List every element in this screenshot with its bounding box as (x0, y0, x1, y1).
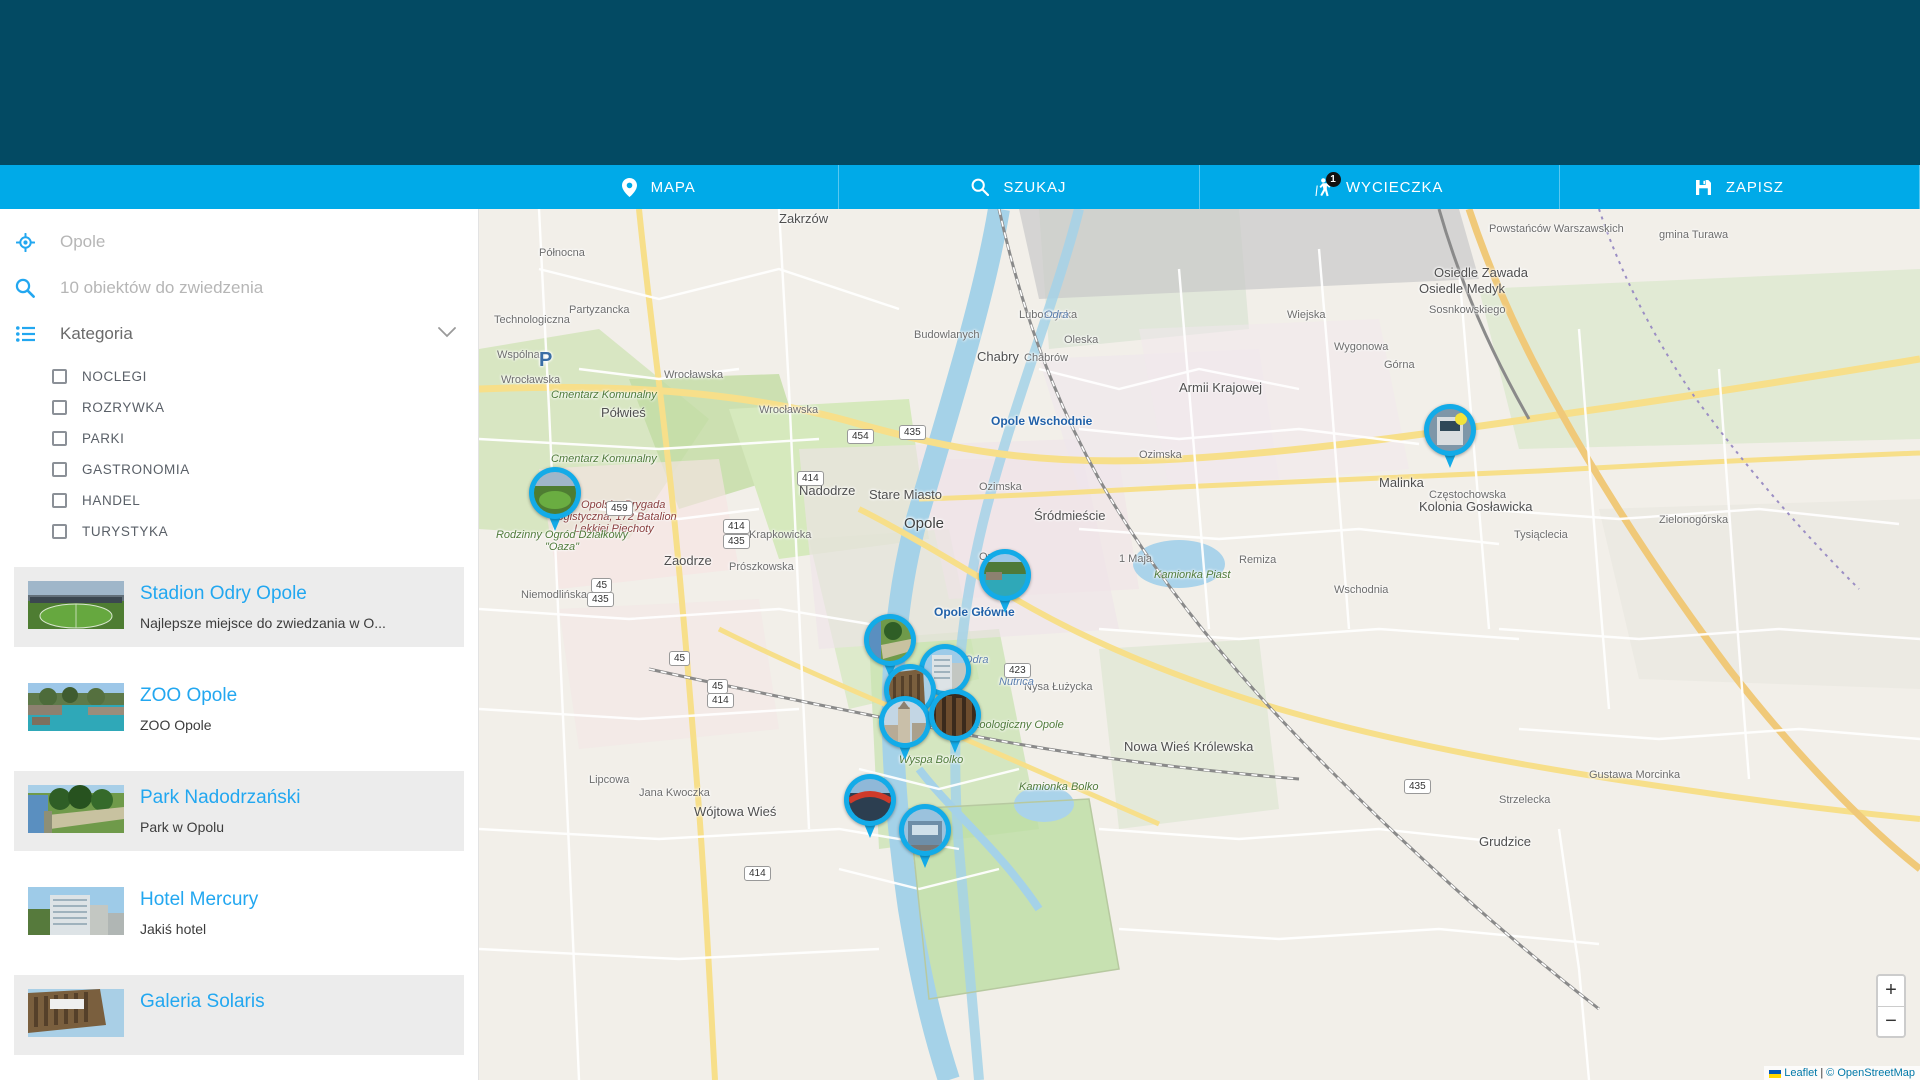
station-photo (904, 809, 946, 851)
checkbox-noclegi[interactable] (52, 369, 67, 384)
list-item[interactable]: Galeria Solaris (14, 975, 464, 1055)
result-title[interactable]: Galeria Solaris (140, 990, 265, 1014)
wycieczka-count-badge: 1 (1325, 171, 1341, 187)
tram-photo (1429, 409, 1471, 451)
zoo-photo (28, 683, 124, 731)
mall-photo (28, 989, 124, 1037)
checkbox-turystyka[interactable] (52, 524, 67, 539)
tab-wycieczka[interactable]: 1 WYCIECZKA (1200, 165, 1560, 209)
category-item-handel[interactable]: HANDEL (0, 485, 478, 516)
stadium-photo (534, 472, 576, 514)
bridge-photo (849, 779, 891, 821)
marker-zawada[interactable] (1424, 404, 1476, 470)
marker-ratusz[interactable] (879, 696, 931, 762)
save-floppy-icon (1695, 179, 1712, 196)
card-body: Galeria Solaris (140, 989, 265, 1023)
category-item-parki[interactable]: PARKI (0, 423, 478, 454)
card-body: Hotel Mercury Jakiś hotel (140, 887, 258, 937)
result-title[interactable]: Hotel Mercury (140, 888, 258, 912)
checkbox-rozrywka[interactable] (52, 400, 67, 415)
category-label: HANDEL (82, 493, 141, 508)
result-description: Park w Opolu (140, 819, 225, 835)
result-description: ZOO Opole (140, 717, 212, 733)
result-title[interactable]: Park Nadodrzański (140, 786, 301, 810)
list-item[interactable]: Park Nadodrzański Park w Opolu (14, 771, 464, 851)
category-label: ROZRYWKA (82, 400, 165, 415)
leaflet-map[interactable]: Zakrzów Północna Technologiczna Partyzancka… (479, 209, 1920, 1080)
category-item-noclegi[interactable]: NOCLEGI (0, 361, 478, 392)
top-header-banner (0, 0, 1920, 165)
building-photo (934, 694, 976, 736)
list-icon (8, 326, 42, 342)
category-dropdown-label: Kategoria (60, 324, 133, 343)
marker-zoo-opole[interactable] (979, 549, 1031, 615)
tab-wycieczka-label: WYCIECZKA (1345, 178, 1444, 196)
checkbox-handel[interactable] (52, 493, 67, 508)
card-body: ZOO Opole ZOO Opole (140, 683, 237, 733)
tab-szukaj-label: SZUKAJ (1003, 178, 1067, 196)
category-label: NOCLEGI (82, 369, 147, 384)
category-checkbox-list: NOCLEGI ROZRYWKA PARKI GASTRONOMIA HANDE… (0, 357, 478, 547)
attribution-separator: | (1820, 1067, 1824, 1079)
search-icon (971, 178, 990, 196)
search-input-placeholder: 10 obiektów do zwiedzenia (60, 278, 264, 297)
card-body: Stadion Odry Opole Najlepsze miejsce do … (140, 581, 386, 631)
category-item-rozrywka[interactable]: ROZRYWKA (0, 392, 478, 423)
marker-amfiteatr[interactable] (844, 774, 896, 840)
list-item[interactable]: Stadion Odry Opole Najlepsze miejsce do … (14, 567, 464, 647)
zoom-out-button[interactable]: − (1878, 1006, 1904, 1036)
map-attribution: Leaflet | © OpenStreetMap (1764, 1066, 1920, 1080)
category-label: PARKI (82, 431, 125, 446)
location-input-placeholder: Opole (60, 232, 106, 251)
app-root: MAPA SZUKAJ 1 WYCIECZKA ZAPISZ Opole 10 … (0, 0, 1920, 1080)
navbar-left-spacer (0, 165, 479, 209)
zoo-photo (984, 554, 1026, 596)
tab-mapa[interactable]: MAPA (479, 165, 840, 209)
list-item[interactable]: ZOO Opole ZOO Opole (14, 669, 464, 749)
category-label: TURYSTYKA (82, 524, 169, 539)
tab-zapisz[interactable]: ZAPISZ (1560, 165, 1920, 209)
tab-mapa-label: MAPA (650, 178, 696, 196)
checkbox-gastronomia[interactable] (52, 462, 67, 477)
hiker-icon: 1 (1315, 171, 1341, 197)
checkbox-parki[interactable] (52, 431, 67, 446)
map-zoom-control: + − (1876, 974, 1906, 1038)
crosshair-locate-icon (8, 232, 42, 252)
list-item[interactable]: Hotel Mercury Jakiś hotel (14, 873, 464, 953)
result-description: Najlepsze miejsce do zwiedzania w O... (140, 615, 386, 631)
search-input-row[interactable]: 10 obiektów do zwiedzenia (0, 265, 478, 311)
marker-dworzec[interactable] (899, 804, 951, 870)
location-input-row[interactable]: Opole (0, 219, 478, 265)
tab-szukaj[interactable]: SZUKAJ (839, 165, 1200, 209)
result-description: Jakiś hotel (140, 921, 207, 937)
hotel-photo (28, 887, 124, 935)
category-dropdown-row[interactable]: Kategoria (0, 311, 478, 357)
category-label: GASTRONOMIA (82, 462, 190, 477)
sidebar-panel[interactable]: Opole 10 obiektów do zwiedzenia Kategori… (0, 209, 479, 1080)
results-list: Stadion Odry Opole Najlepsze miejsce do … (0, 567, 478, 1055)
openstreetmap-link[interactable]: © OpenStreetMap (1826, 1067, 1915, 1079)
result-title[interactable]: Stadion Odry Opole (140, 582, 386, 606)
chevron-down-icon[interactable] (438, 325, 456, 343)
park-photo (28, 785, 124, 833)
card-body: Park Nadodrzański Park w Opolu (140, 785, 301, 835)
result-title[interactable]: ZOO Opole (140, 684, 237, 708)
stadium-photo (28, 581, 124, 629)
main-navbar: MAPA SZUKAJ 1 WYCIECZKA ZAPISZ (0, 165, 1920, 209)
category-item-turystyka[interactable]: TURYSTYKA (0, 516, 478, 547)
church-photo (884, 701, 926, 743)
map-pin-icon (621, 177, 637, 197)
marker-stadion-odry[interactable] (529, 467, 581, 533)
zoom-in-button[interactable]: + (1878, 976, 1904, 1006)
marker-rynek[interactable] (929, 689, 981, 755)
map-basemap-tiles (479, 209, 1920, 1080)
park-photo (869, 619, 911, 661)
tab-zapisz-label: ZAPISZ (1725, 178, 1784, 196)
search-icon (8, 278, 42, 298)
leaflet-link[interactable]: Leaflet (1784, 1067, 1817, 1079)
ukraine-flag-icon (1769, 1069, 1782, 1078)
category-item-gastronomia[interactable]: GASTRONOMIA (0, 454, 478, 485)
